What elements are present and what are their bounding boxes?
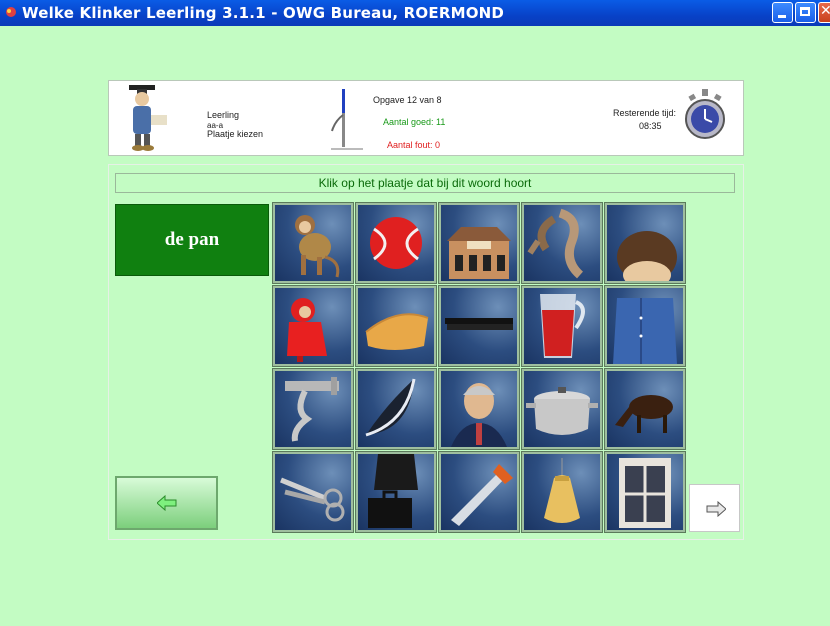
remaining-time-label: Resterende tijd: — [613, 108, 677, 118]
picture-tile-tennis-ball[interactable] — [355, 202, 437, 284]
picture-tile-faucet[interactable] — [272, 368, 354, 450]
picture-tile-scarf[interactable] — [521, 202, 603, 284]
picture-tile-cheese[interactable] — [355, 285, 437, 367]
picture-tile-sack[interactable] — [521, 451, 603, 533]
app-icon — [6, 7, 16, 17]
man-face-icon — [451, 383, 507, 447]
close-button[interactable] — [818, 2, 830, 23]
picture-tile-man-face[interactable] — [438, 368, 520, 450]
instruction-text: Klik op het plaatje dat bij dit woord ho… — [115, 173, 735, 193]
correct-count: Aantal goed: 11 — [383, 117, 446, 127]
sack-icon — [544, 458, 580, 523]
exercise-panel: Klik op het plaatje dat bij dit woord ho… — [108, 164, 744, 540]
status-header: Leerling aa-a Plaatje kiezen Opgave 12 v… — [108, 80, 744, 156]
picture-tile-comb[interactable] — [438, 285, 520, 367]
previous-button[interactable] — [115, 476, 218, 530]
juice-pitcher-icon — [540, 294, 585, 358]
next-button[interactable] — [689, 484, 740, 532]
crescent-moon-icon — [365, 378, 416, 437]
picture-tile-grazing-animal[interactable] — [604, 368, 686, 450]
comb-icon — [445, 318, 513, 330]
stopwatch-icon — [685, 89, 725, 139]
house-icon — [447, 227, 511, 279]
tennis-ball-icon — [370, 217, 422, 269]
opgave-counter: Opgave 12 van 8 — [373, 95, 442, 105]
picture-tile-raincoat-child[interactable] — [272, 285, 354, 367]
picture-tile-hair[interactable] — [604, 202, 686, 284]
picture-tile-saw[interactable] — [438, 451, 520, 533]
minimize-button[interactable] — [772, 2, 793, 23]
mode-label: Plaatje kiezen — [207, 129, 264, 139]
picture-tile-shirt[interactable] — [604, 285, 686, 367]
cooking-pot-icon — [526, 387, 598, 435]
raincoat-child-icon — [287, 298, 327, 362]
picture-tile-juice-pitcher[interactable] — [521, 285, 603, 367]
student-avatar-icon — [129, 85, 167, 151]
picture-tile-crescent-moon[interactable] — [355, 368, 437, 450]
monkey-icon — [295, 215, 340, 278]
briefcase-icon — [368, 454, 418, 528]
wrong-count: Aantal fout: 0 — [387, 140, 441, 150]
hair-icon — [617, 231, 677, 281]
window-icon — [619, 458, 671, 528]
arrow-right-icon — [706, 501, 726, 517]
remaining-time: 08:35 — [639, 121, 662, 131]
window-title: Welke Klinker Leerling 3.1.1 - OWG Burea… — [22, 4, 505, 22]
cheese-icon — [365, 313, 429, 350]
shirt-icon — [613, 298, 677, 364]
target-word: de pan — [115, 204, 269, 276]
scissors-icon — [280, 477, 345, 522]
picture-tile-window[interactable] — [604, 451, 686, 533]
picture-tile-cooking-pot[interactable] — [521, 368, 603, 450]
picture-tile-briefcase[interactable] — [355, 451, 437, 533]
saw-icon — [451, 464, 513, 526]
picture-tile-house[interactable] — [438, 202, 520, 284]
grazing-animal-icon — [615, 395, 673, 433]
scarf-icon — [527, 208, 584, 279]
leerling-label: Leerling — [207, 110, 240, 120]
arrow-left-icon — [157, 495, 177, 511]
faucet-icon — [285, 377, 339, 442]
picture-grid — [272, 202, 687, 533]
picture-tile-monkey[interactable] — [272, 202, 354, 284]
title-bar: Welke Klinker Leerling 3.1.1 - OWG Burea… — [0, 0, 830, 26]
lamp-post-icon — [331, 89, 363, 150]
picture-tile-scissors[interactable] — [272, 451, 354, 533]
maximize-button[interactable] — [795, 2, 816, 23]
